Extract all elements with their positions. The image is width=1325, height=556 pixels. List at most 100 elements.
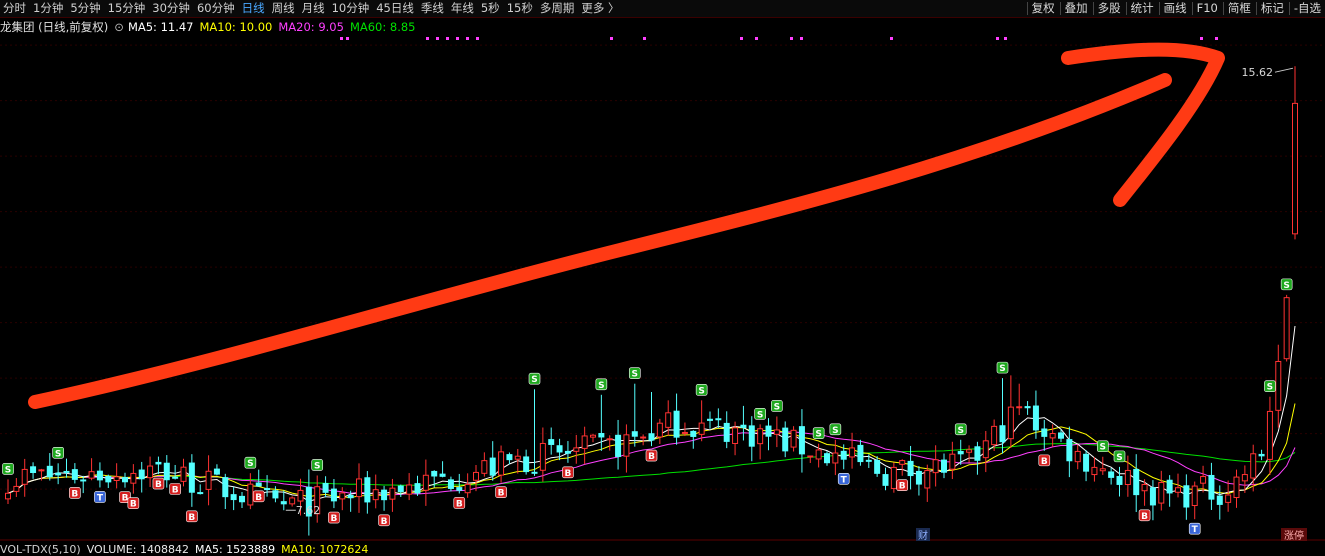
signal-S: S [1264,380,1276,393]
candle-body [556,445,563,453]
candle-body [882,474,889,486]
candle-body [773,429,780,435]
candle-body [640,436,647,439]
candle-body [389,487,396,500]
candle-body [322,483,329,493]
signal-letter: S [5,465,11,475]
candle-body [707,418,713,421]
candle-body [598,432,605,438]
candle-body [473,471,479,481]
signal-dot [436,37,439,40]
candle-body [1225,494,1232,503]
signal-dot [790,37,793,40]
candle-body [205,470,212,490]
candle-body [506,454,513,461]
signal-B: B [169,483,181,496]
candle-body [1016,406,1023,409]
candle-body [1032,405,1039,431]
candle-body [1175,487,1181,493]
signal-letter: S [957,426,963,436]
candle-body [1116,475,1123,485]
candlestick-chart[interactable]: SSB T BBBBBSBSB BBBSBSSBSSSS STBSSBSSBTSS 15… [0,0,1325,556]
candle-body [372,489,379,501]
candle-body [80,479,87,482]
signal-dot [476,37,479,40]
candle-body [230,494,237,501]
vol-ma5: MA5: 1523889 [194,543,276,556]
candle-body [782,427,789,452]
candle-body [330,488,337,502]
candle-body [832,452,839,464]
candle-body [824,453,830,464]
candle-body [1074,450,1081,463]
signal-B: B [328,511,340,524]
trend-arrow-head [1061,42,1225,207]
signal-letter: S [774,402,780,412]
signal-letter: B [155,480,162,490]
candle-body [46,465,53,478]
candle-body [1158,482,1165,504]
candle-body [1149,487,1156,506]
signal-T: T [1188,522,1201,535]
signal-letter: B [330,514,337,524]
candle-body [71,469,78,480]
signal-letter: T [97,493,104,503]
candle-body [138,469,145,480]
signal-B: B [69,487,81,499]
signal-letter: S [314,461,320,471]
candle-body [1024,406,1031,409]
signal-dot [800,37,803,40]
candle-body [1083,453,1090,472]
signal-S: S [812,427,825,440]
financial-report-marker: 财 [916,528,930,542]
signal-dot [1200,37,1203,40]
signal-letter: S [632,370,638,380]
candle-body [941,459,947,473]
candle-body [590,434,596,438]
signal-S: S [996,361,1009,374]
candle-body [1258,453,1265,457]
vol-title: VOL-TDX(5,10) [0,543,81,556]
signal-S: S [954,423,967,436]
candle-body [347,494,354,499]
candle-body [1250,453,1257,479]
candle-body [264,488,271,491]
signal-letter: T [841,475,848,485]
candle-body [1124,469,1131,486]
signal-letter: B [648,452,655,462]
vol-volume: VOLUME: 1408842 [86,543,189,556]
candle-body [339,492,346,500]
candle-body [932,459,939,474]
signal-dot [643,37,646,40]
candle-body [1108,471,1115,478]
candle-body [648,433,655,441]
signal-S: S [2,463,14,475]
candle-body [13,485,20,492]
candle-body [414,483,421,494]
candle-body [1166,479,1173,494]
signal-dot [340,37,343,40]
signal-letter: S [1116,453,1122,463]
signal-S: S [528,372,541,385]
candle-body [172,476,179,479]
candle-body [1241,474,1248,482]
candle-body [1275,360,1282,411]
high-label: 15.62 [1242,66,1274,79]
signal-S: S [829,423,842,436]
candle-body [356,478,362,498]
signal-dot [446,37,449,40]
signal-letter: S [999,364,1005,374]
candle-body [489,457,496,476]
candle-body [447,479,454,489]
candle-body [422,474,429,491]
candle-body [1216,495,1223,505]
signal-S: S [1280,278,1293,291]
signal-letter: S [598,381,604,391]
candle-body [798,426,805,455]
candle-body [957,451,964,455]
candle-body [439,473,446,477]
candle-body [849,447,856,458]
signal-letter: B [130,500,137,510]
limit-up-text: 涨停 [1284,529,1304,542]
signal-letter: S [1267,383,1273,393]
